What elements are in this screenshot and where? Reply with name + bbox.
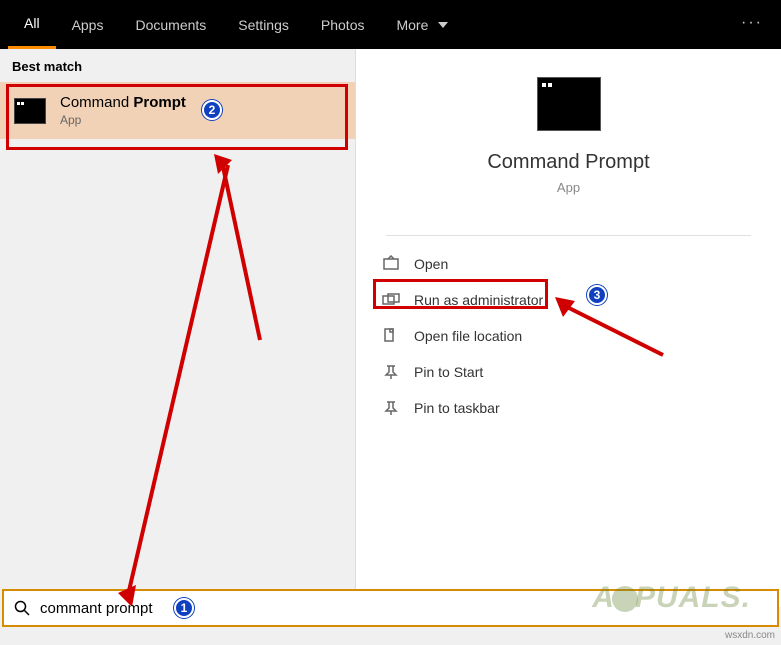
pin-icon	[382, 363, 400, 381]
annotation-badge-1: 1	[174, 598, 194, 618]
tab-photos[interactable]: Photos	[305, 0, 381, 49]
section-best-match: Best match	[0, 49, 355, 82]
watermark-mid: PUALS	[635, 581, 742, 614]
action-pin-to-start[interactable]: Pin to Start	[376, 354, 761, 390]
result-title-pre: Command	[60, 94, 133, 111]
preview-command-prompt-icon	[537, 77, 601, 131]
action-pin-to-taskbar[interactable]: Pin to taskbar	[376, 390, 761, 426]
preview-subtitle: App	[557, 180, 580, 195]
tab-apps[interactable]: Apps	[56, 0, 120, 49]
result-title: Command Prompt	[60, 94, 186, 111]
result-subtitle: App	[60, 113, 186, 127]
watermark: APUALS.	[592, 581, 751, 615]
search-filter-bar: All Apps Documents Settings Photos More …	[0, 0, 781, 49]
tab-settings[interactable]: Settings	[222, 0, 305, 49]
action-open-label: Open	[414, 256, 448, 272]
tab-more[interactable]: More	[380, 0, 464, 49]
action-list: Open Run as administrator Open file loca…	[356, 246, 781, 426]
open-icon	[382, 255, 400, 273]
folder-icon	[382, 327, 400, 345]
annotation-badge-2: 2	[202, 100, 222, 120]
action-open-file-location-label: Open file location	[414, 328, 522, 344]
command-prompt-icon	[14, 98, 46, 124]
chevron-down-icon	[438, 22, 448, 28]
preview-panel: Command Prompt App Open Run as administr…	[356, 49, 781, 607]
action-run-as-admin-label: Run as administrator	[414, 292, 543, 308]
action-pin-to-start-label: Pin to Start	[414, 364, 483, 380]
action-open-file-location[interactable]: Open file location	[376, 318, 761, 354]
separator	[386, 235, 752, 236]
tab-more-label: More	[396, 17, 428, 33]
annotation-badge-3: 3	[587, 285, 607, 305]
preview-title: Command Prompt	[487, 151, 649, 174]
tab-all[interactable]: All	[8, 0, 56, 49]
action-open[interactable]: Open	[376, 246, 761, 282]
result-command-prompt[interactable]: Command Prompt App	[0, 82, 355, 139]
action-run-as-admin[interactable]: Run as administrator	[376, 282, 761, 318]
action-pin-to-taskbar-label: Pin to taskbar	[414, 400, 500, 416]
image-credit: wsxdn.com	[725, 630, 775, 641]
result-title-bold: Prompt	[133, 94, 186, 111]
results-panel: Best match Command Prompt App	[0, 49, 356, 607]
watermark-suf: .	[742, 581, 751, 614]
search-icon	[14, 600, 30, 616]
overflow-menu-icon[interactable]: ···	[741, 14, 763, 32]
tab-documents[interactable]: Documents	[119, 0, 222, 49]
shield-admin-icon	[382, 291, 400, 309]
pin-icon	[382, 399, 400, 417]
